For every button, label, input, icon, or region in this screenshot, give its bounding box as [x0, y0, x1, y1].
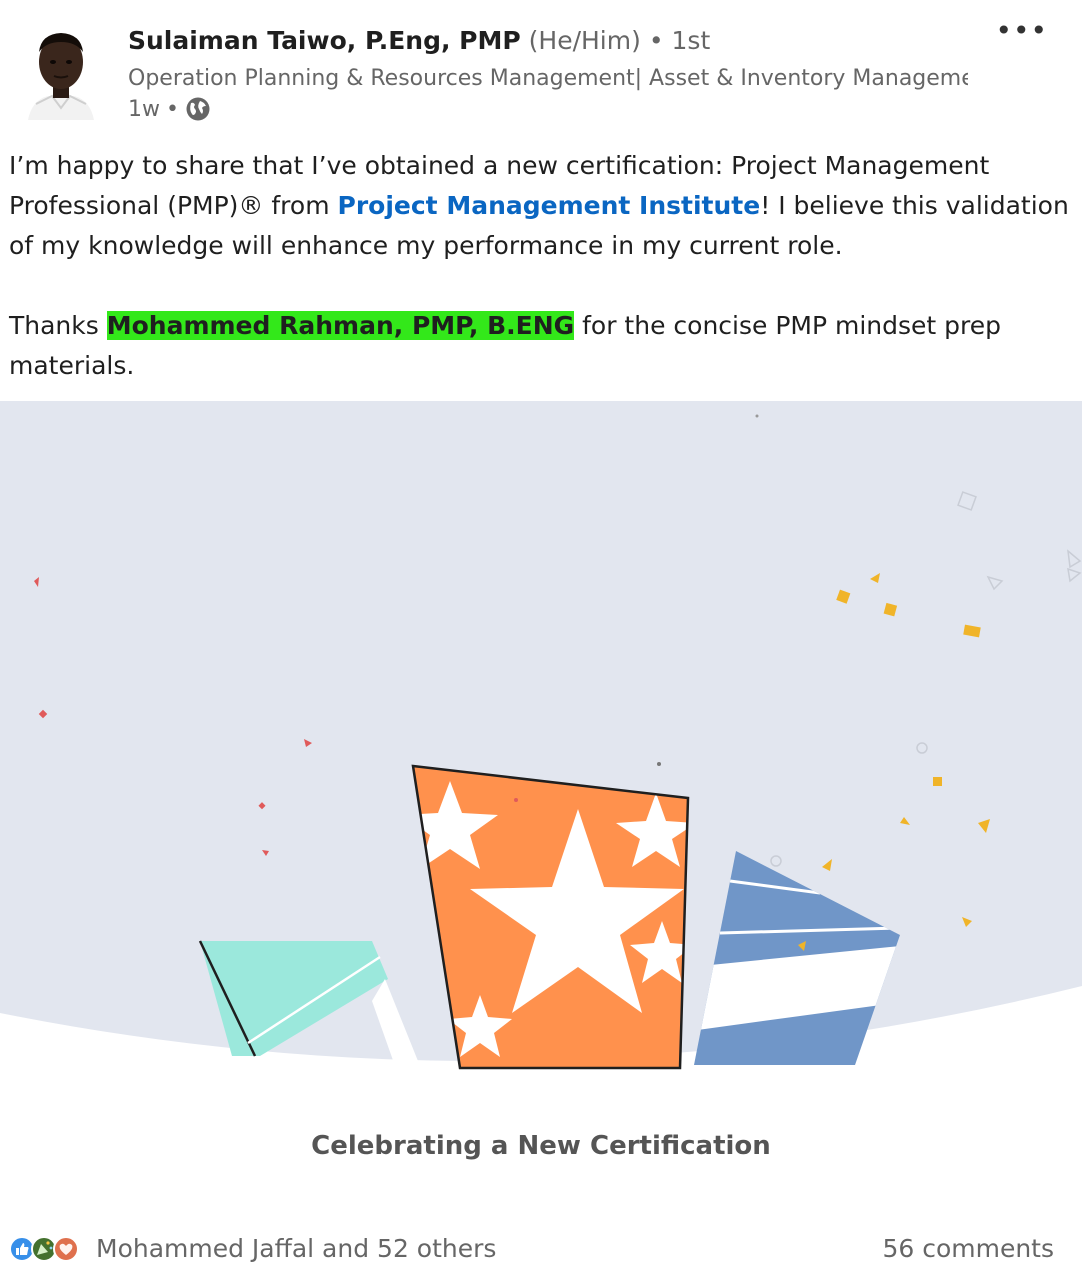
post-header: Sulaiman Taiwo, P.Eng, PMP (He/Him) • 1s… [0, 0, 1082, 130]
comments-count[interactable]: 56 comments [882, 1234, 1054, 1263]
author-headline: Operation Planning & Resources Managemen… [128, 66, 968, 91]
post-time: 1w [128, 96, 160, 122]
author-pronouns: (He/Him) [528, 26, 641, 55]
reaction-icons[interactable] [8, 1234, 88, 1264]
post-paragraph-1: I’m happy to share that I’ve obtained a … [9, 146, 1069, 266]
celebrate-icon [31, 1236, 57, 1262]
degree-separator: • [648, 26, 664, 55]
post-meta: 1w • [128, 96, 211, 122]
certification-media[interactable]: Celebrating a New Certification [0, 401, 1082, 1201]
connection-degree: 1st [671, 26, 711, 55]
love-icon [53, 1236, 79, 1262]
organization-link[interactable]: Project Management Institute [338, 191, 761, 220]
like-icon [9, 1236, 35, 1262]
time-separator: • [166, 96, 179, 122]
more-options-icon[interactable]: ••• [995, 16, 1048, 46]
media-caption: Celebrating a New Certification [311, 1131, 771, 1161]
author-name-line: Sulaiman Taiwo, P.Eng, PMP (He/Him) • 1s… [128, 26, 710, 55]
author-avatar[interactable] [26, 20, 96, 120]
post-body: I’m happy to share that I’ve obtained a … [9, 146, 1069, 386]
globe-icon [185, 96, 211, 122]
person-mention[interactable]: Mohammed Rahman, PMP, B.ENG [106, 311, 575, 340]
reactions-summary[interactable]: Mohammed Jaffal and 52 others [96, 1234, 496, 1263]
celebration-illustration [0, 401, 1082, 1070]
social-counts: Mohammed Jaffal and 52 others 56 comment… [0, 1222, 1082, 1276]
post-text-segment: Thanks [9, 311, 107, 340]
author-name[interactable]: Sulaiman Taiwo, P.Eng, PMP [128, 26, 521, 55]
post-paragraph-2: Thanks Mohammed Rahman, PMP, B.ENG for t… [9, 306, 1069, 386]
